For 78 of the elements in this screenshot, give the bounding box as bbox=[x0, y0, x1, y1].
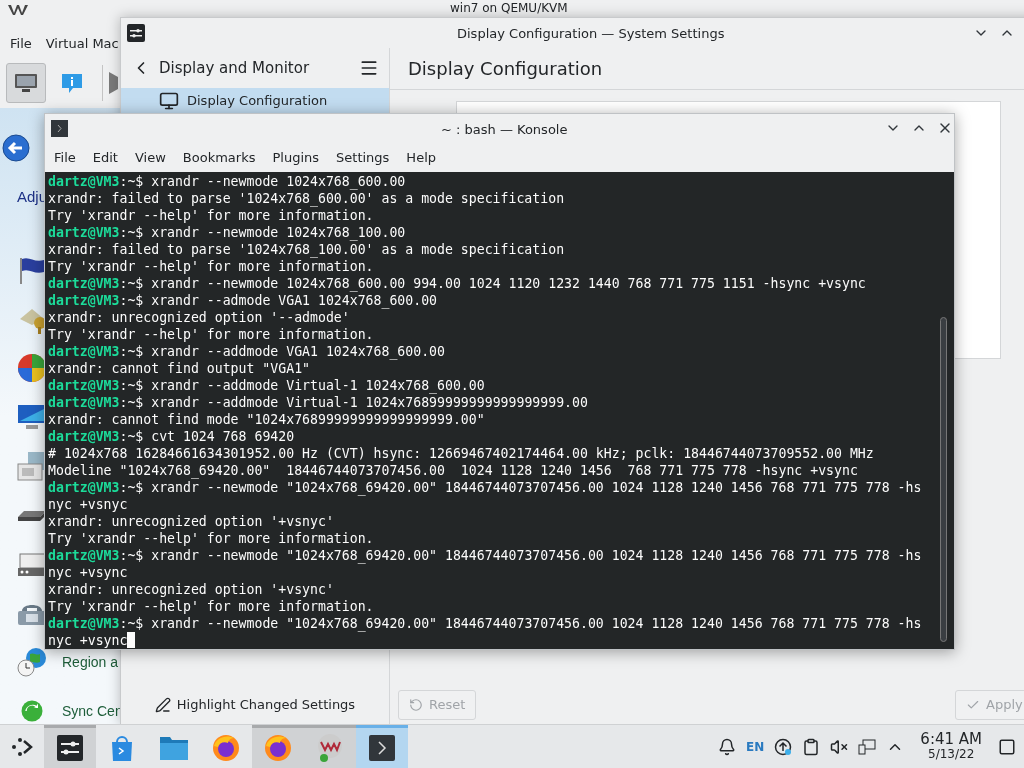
terminal-line: nyc +vsync bbox=[48, 564, 128, 581]
check-icon bbox=[966, 698, 980, 712]
terminal-icon bbox=[51, 120, 68, 137]
terminal-line: Try 'xrandr --help' for more information. bbox=[48, 258, 374, 275]
menu-item[interactable]: File bbox=[10, 34, 32, 54]
terminal-line: nyc +vsync bbox=[48, 632, 136, 649]
terminal-line: dartz@VM3:~$ xrandr --newmode 1024x768_600.00 994.00 1024 1120 1232 1440 768 771 775 1151 -hsync +vsync bbox=[48, 275, 866, 292]
menu-item[interactable]: Help bbox=[406, 147, 436, 168]
scrollbar-thumb[interactable] bbox=[940, 317, 947, 642]
menu-item[interactable]: View bbox=[134, 147, 166, 168]
terminal-line: dartz@VM3:~$ xrandr --addmode VGA1 1024x768_600.00 bbox=[48, 343, 445, 360]
highlight-button[interactable]: Highlight Changed Settings bbox=[146, 692, 364, 718]
terminal-line: Try 'xrandr --help' for more information. bbox=[48, 326, 374, 343]
settings-icon bbox=[127, 24, 145, 42]
terminal-line: Try 'xrandr --help' for more information. bbox=[48, 598, 374, 615]
terminal-line: Try 'xrandr --help' for more information. bbox=[48, 530, 374, 547]
info-bubble-icon bbox=[60, 71, 84, 95]
terminal-line: dartz@VM3:~$ xrandr --admode VGA1 1024x768_600.00 bbox=[48, 292, 438, 309]
play-icon bbox=[109, 72, 118, 94]
menu-item[interactable]: Bookmarks bbox=[182, 147, 256, 168]
notifications-icon[interactable] bbox=[718, 737, 737, 756]
menu-item[interactable]: File bbox=[54, 147, 76, 168]
sidebar-title: Display and Monitor bbox=[159, 57, 311, 79]
terminal-line: dartz@VM3:~$ xrandr --newmode 1024x768_100.00 bbox=[48, 224, 406, 241]
virtual-machine-icon bbox=[316, 733, 344, 763]
clock-time[interactable]: 6:41 AM bbox=[920, 731, 982, 747]
terminal-line: dartz@VM3:~$ xrandr --newmode "1024x768_69420.00" 18446744073707456.00 1024 1128 1240 1456 768 771 775 778 -hs bbox=[48, 547, 922, 564]
terminal-line: xrandr: unrecognized option '+vsync' bbox=[48, 581, 334, 598]
terminal-line: nyc +vsnyc bbox=[48, 496, 128, 513]
terminal-line: dartz@VM3:~$ xrandr --newmode "1024x768_69420.00" 18446744073707456.00 1024 1128 1240 1456 768 771 775 778 -hs bbox=[48, 479, 922, 496]
show-desktop-icon[interactable] bbox=[998, 737, 1016, 756]
clipboard-icon[interactable] bbox=[802, 737, 821, 756]
window-title: win7 on QEMU/KVM bbox=[450, 0, 568, 16]
globe-clock-icon bbox=[16, 646, 48, 678]
terminal-line: # 1024x768 16284661634301952.00 Hz (CVT) hsync: 12669467402174464.00 kHz; pclk: 18446744073709552.00 MHz bbox=[48, 445, 874, 462]
muted-speaker-icon[interactable] bbox=[830, 737, 849, 756]
monitor-icon bbox=[159, 91, 179, 111]
taskbar-button[interactable] bbox=[44, 724, 96, 768]
monitor-icon bbox=[14, 73, 38, 93]
settings-icon bbox=[56, 734, 84, 762]
terminal-line: xrandr: cannot find output "VGA1" bbox=[48, 360, 310, 377]
firefox-icon bbox=[264, 734, 292, 762]
terminal-line: dartz@VM3:~$ xrandr --newmode "1024x768_69420.00" 18446744073707456.00 1024 1128 1240 1456 768 771 775 778 -hs bbox=[48, 615, 922, 632]
window-title: ~ : bash — Konsole bbox=[441, 121, 568, 139]
menu-item[interactable]: Settings bbox=[336, 147, 390, 168]
update-icon[interactable] bbox=[774, 737, 793, 756]
terminal-line: Modeline "1024x768_69420.00" 18446744073707456.00 1024 1128 1240 1456 768 771 775 778 -hsync +vsync bbox=[48, 462, 858, 479]
page-title: Display Configuration bbox=[408, 57, 603, 81]
firefox-icon bbox=[212, 734, 240, 762]
taskbar-button[interactable] bbox=[356, 724, 408, 768]
pen-icon bbox=[154, 697, 171, 713]
menu-item[interactable]: Plugins bbox=[272, 147, 320, 168]
terminal-line: Try 'xrandr --help' for more information. bbox=[48, 207, 374, 224]
menu-item[interactable]: Edit bbox=[92, 147, 118, 168]
menu-item[interactable]: Virtual Mac bbox=[45, 34, 119, 54]
sync-icon bbox=[20, 699, 44, 723]
terminal-line: xrandr: failed to parse '1024x768_600.00' as a mode specification bbox=[48, 190, 565, 207]
terminal-line: dartz@VM3:~$ xrandr --newmode 1024x768_600.00 bbox=[48, 173, 406, 190]
keyboard-layout-indicator[interactable]: EN bbox=[746, 737, 765, 756]
toolbar-button[interactable] bbox=[6, 63, 46, 103]
sidebar-item-label: Display Configuration bbox=[187, 92, 328, 111]
sidebar-item[interactable]: Display Configuration bbox=[121, 88, 389, 114]
clock-date[interactable]: 5/13/22 bbox=[928, 746, 975, 762]
network-icon[interactable] bbox=[858, 737, 877, 756]
window-title: Display Configuration — System Settings bbox=[457, 25, 725, 43]
terminal-line: xrandr: cannot find mode "1024x76899999999999999999.00" bbox=[48, 411, 485, 428]
terminal-line: xrandr: unrecognized option '--admode' bbox=[48, 309, 350, 326]
terminal-icon bbox=[368, 734, 396, 762]
terminal-line: dartz@VM3:~$ cvt 1024 768 69420 bbox=[48, 428, 295, 445]
app-logo-icon bbox=[8, 4, 28, 16]
terminal-line: dartz@VM3:~$ xrandr --addmode Virtual-1 1024x768_600.00 bbox=[48, 377, 485, 394]
control-panel-link[interactable]: Region a bbox=[62, 651, 119, 673]
menu-icon[interactable] bbox=[359, 58, 379, 78]
undo-icon bbox=[409, 698, 423, 712]
terminal-line: dartz@VM3:~$ xrandr --addmode Virtual-1 1024x76899999999999999999.00 bbox=[48, 394, 588, 411]
folder-icon bbox=[159, 735, 189, 761]
terminal-line: xrandr: failed to parse '1024x768_100.00' as a mode specification bbox=[48, 241, 565, 258]
terminal-line: xrandr: unrecognized option '+vsnyc' bbox=[48, 513, 334, 530]
